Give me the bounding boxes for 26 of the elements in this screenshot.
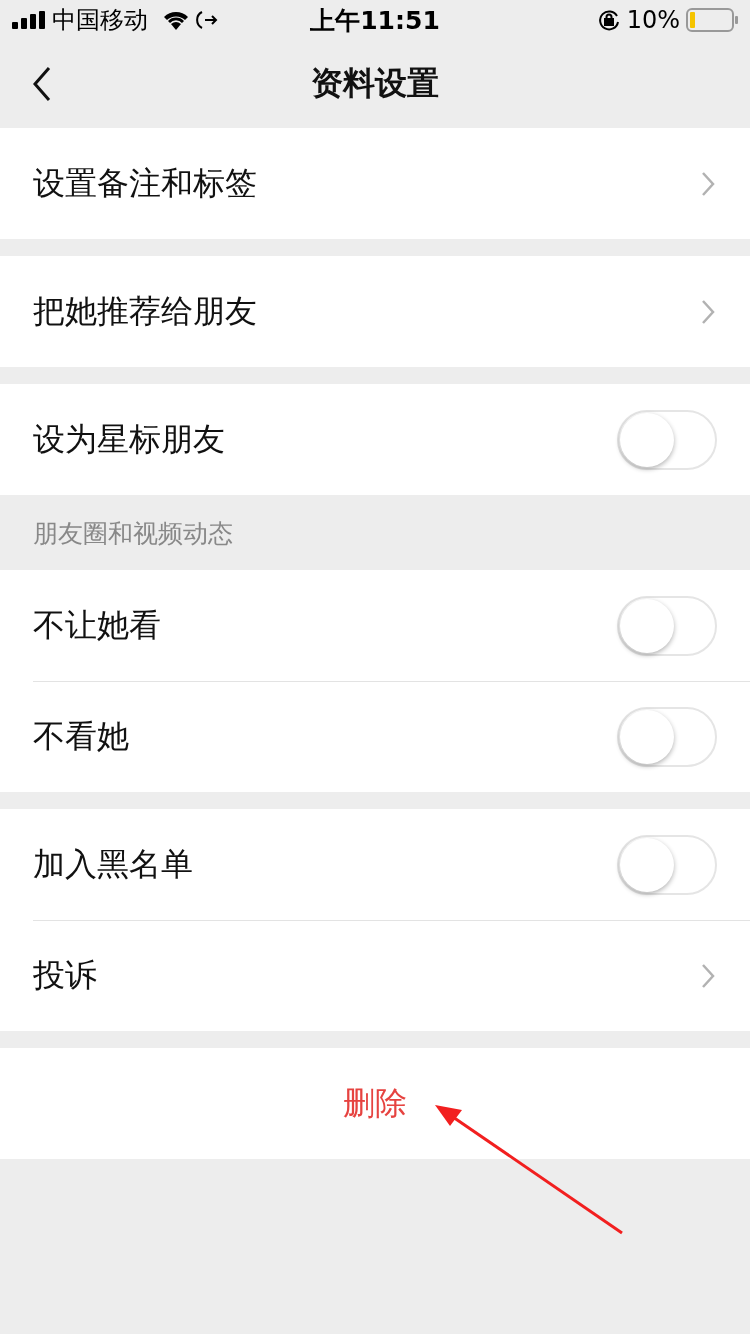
toggle-switch[interactable] xyxy=(617,595,717,656)
toggle-switch[interactable] xyxy=(617,706,717,767)
delete-button[interactable]: 删除 xyxy=(0,1048,750,1159)
clock-time: 上午11:51 xyxy=(310,4,440,37)
call-forward-icon xyxy=(196,10,218,30)
battery-percent: 10% xyxy=(626,6,680,34)
chevron-icon[interactable] xyxy=(701,170,715,197)
chevron-icon[interactable] xyxy=(701,298,715,325)
back-icon[interactable] xyxy=(32,66,52,102)
setting-label: 加入黑名单 xyxy=(33,843,194,885)
page-title: 资料设置 xyxy=(311,63,439,104)
chevron-icon[interactable] xyxy=(701,962,715,989)
toggle-switch[interactable] xyxy=(617,409,717,470)
battery-icon xyxy=(686,8,738,32)
setting-label: 不看她 xyxy=(33,715,130,757)
setting-label: 设为星标朋友 xyxy=(33,418,226,460)
setting-label: 不让她看 xyxy=(33,604,162,646)
wifi-icon xyxy=(162,10,190,30)
rotation-lock-icon xyxy=(596,8,621,32)
section-header: 朋友圈和视频动态 xyxy=(32,518,234,550)
carrier-name: 中国移动 xyxy=(52,5,148,36)
signal-icon xyxy=(12,11,46,29)
setting-label: 把她推荐给朋友 xyxy=(33,290,258,332)
toggle-switch[interactable] xyxy=(617,834,717,895)
setting-label: 设置备注和标签 xyxy=(33,162,258,204)
setting-label: 投诉 xyxy=(33,954,98,996)
